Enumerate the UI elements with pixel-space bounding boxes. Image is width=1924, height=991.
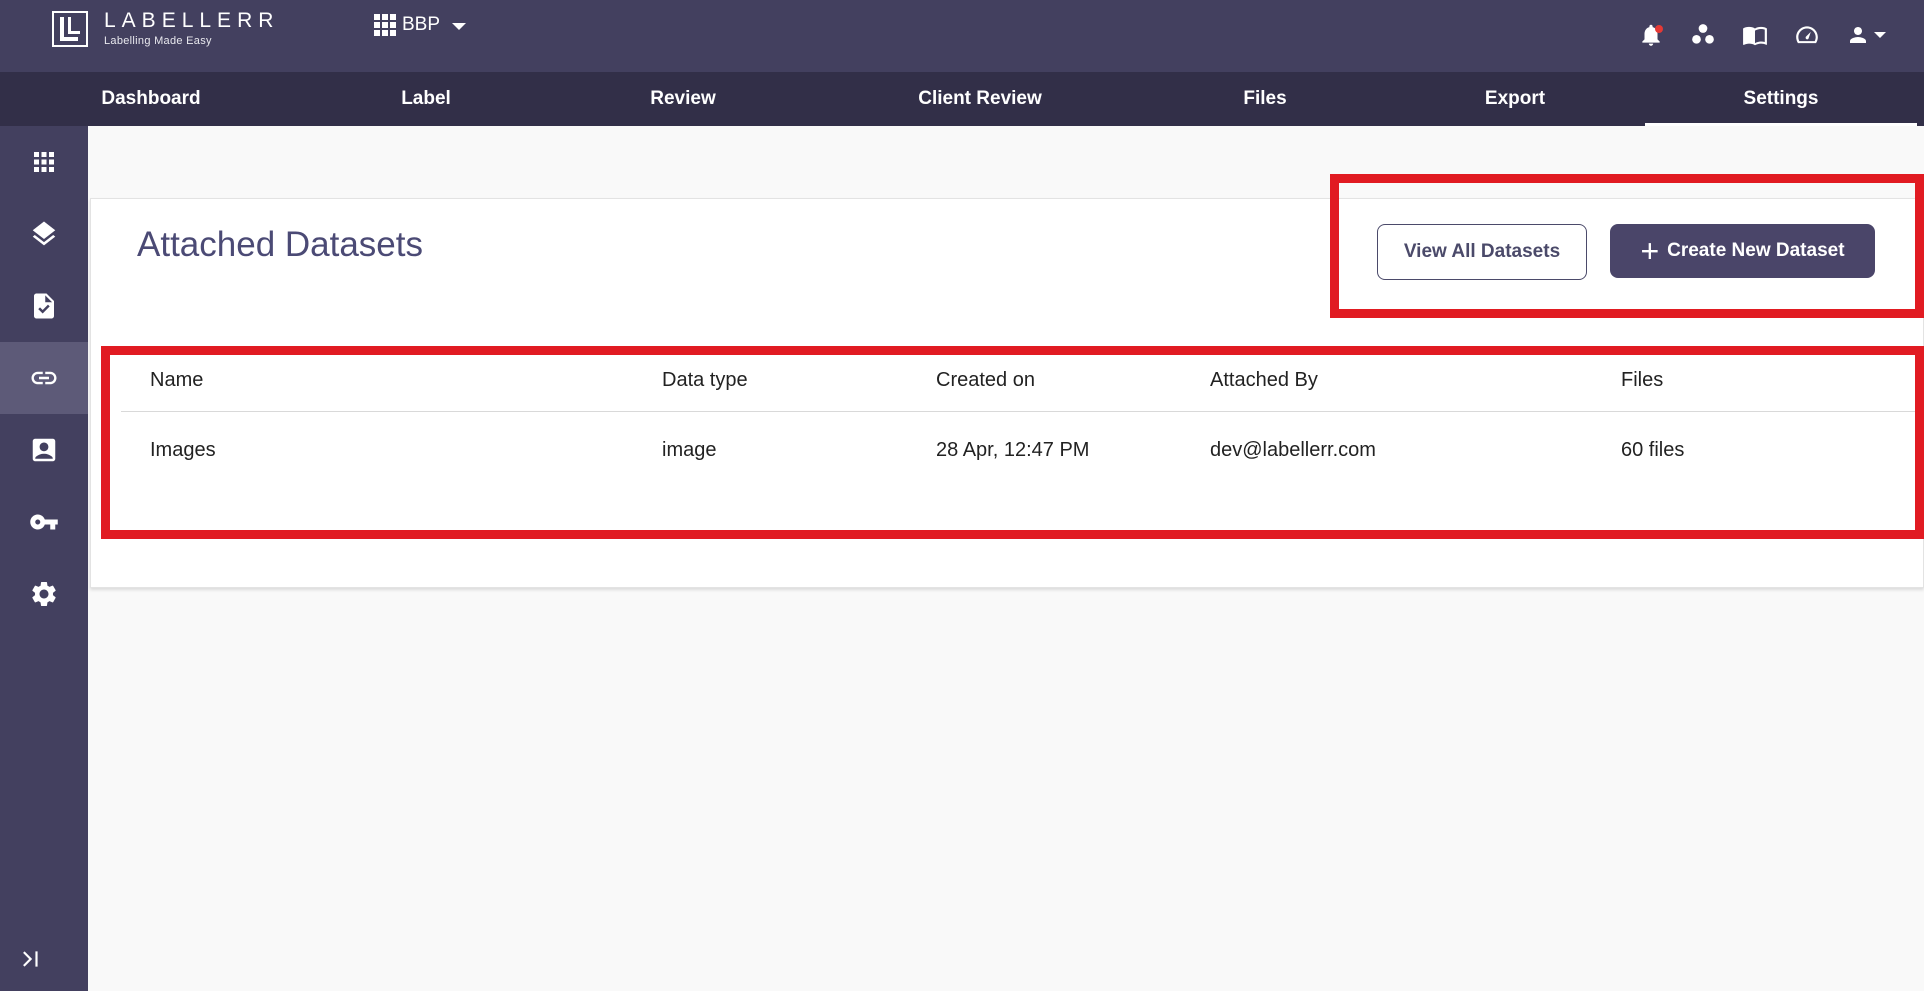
grid-icon [34, 152, 54, 172]
tab-export[interactable]: Export [1379, 72, 1651, 126]
cell-name: Images [150, 439, 216, 461]
layers-icon [32, 221, 56, 246]
tab-client-review[interactable]: Client Review [844, 72, 1116, 126]
chevron-right-bar-icon [23, 951, 38, 967]
tab-settings[interactable]: Settings [1645, 72, 1917, 126]
workspaces-icon[interactable] [1688, 20, 1718, 50]
tab-files[interactable]: Files [1129, 72, 1401, 126]
sidebar-item-members[interactable] [0, 414, 88, 486]
column-header-files: Files [1621, 369, 1664, 391]
create-new-dataset-label: Create New Dataset [1667, 240, 1845, 261]
chevron-down-icon [1874, 32, 1886, 38]
sidebar-item-layers[interactable] [0, 198, 88, 270]
key-icon [30, 514, 58, 530]
view-all-datasets-button[interactable]: View All Datasets [1377, 224, 1587, 280]
speedometer-icon[interactable] [1792, 20, 1822, 50]
logo-name: LABELLERR [104, 9, 280, 32]
tab-dashboard[interactable]: Dashboard [15, 72, 287, 126]
table-row[interactable]: Images image 28 Apr, 12:47 PM dev@labell… [91, 411, 1924, 491]
gear-icon [32, 582, 56, 606]
apps-grid-icon [374, 14, 396, 36]
expand-sidebar-button[interactable] [0, 939, 60, 979]
user-account-icon[interactable] [1844, 20, 1888, 50]
main-nav: Dashboard Label Review Client Review Fil… [0, 72, 1924, 126]
column-header-attached-by: Attached By [1210, 369, 1318, 391]
sidebar-item-api-keys[interactable] [0, 486, 88, 558]
link-icon [31, 371, 57, 385]
sidebar-item-linked-datasets[interactable] [0, 342, 88, 414]
cell-created-on: 28 Apr, 12:47 PM [936, 439, 1090, 461]
plus-icon: + [1640, 233, 1660, 269]
create-new-dataset-button[interactable]: + Create New Dataset [1610, 224, 1875, 278]
attached-datasets-card: Attached Datasets View All Datasets + Cr… [90, 198, 1924, 588]
column-header-data-type: Data type [662, 369, 748, 391]
column-header-created-on: Created on [936, 369, 1035, 391]
docs-book-icon[interactable] [1740, 20, 1770, 50]
notification-dot [1655, 25, 1663, 33]
project-switcher[interactable]: BBP [374, 14, 467, 36]
sidebar-item-review-files[interactable] [0, 270, 88, 342]
column-header-name: Name [150, 369, 204, 391]
top-header: LABELLERR Labelling Made Easy BBP [0, 0, 1924, 72]
table-header: Name Data type Created on Attached By Fi… [91, 353, 1924, 409]
file-check-icon [34, 293, 54, 319]
contact-icon [32, 438, 56, 462]
tab-label[interactable]: Label [290, 72, 562, 126]
sidebar-item-settings[interactable] [0, 558, 88, 630]
project-name: BBP [402, 14, 441, 35]
cell-attached-by: dev@labellerr.com [1210, 439, 1376, 461]
cell-data-type: image [662, 439, 717, 461]
logo-mark-icon [52, 11, 88, 47]
sidebar [0, 126, 88, 991]
notification-bell-icon[interactable] [1636, 20, 1666, 50]
tab-review[interactable]: Review [547, 72, 819, 126]
sidebar-item-dashboard[interactable] [0, 126, 88, 198]
logo-tagline: Labelling Made Easy [104, 35, 212, 47]
page-title: Attached Datasets [137, 225, 423, 264]
cell-files: 60 files [1621, 439, 1685, 461]
chevron-down-icon [452, 22, 467, 30]
logo[interactable]: LABELLERR Labelling Made Easy [52, 10, 279, 48]
header-actions [1614, 20, 1888, 50]
